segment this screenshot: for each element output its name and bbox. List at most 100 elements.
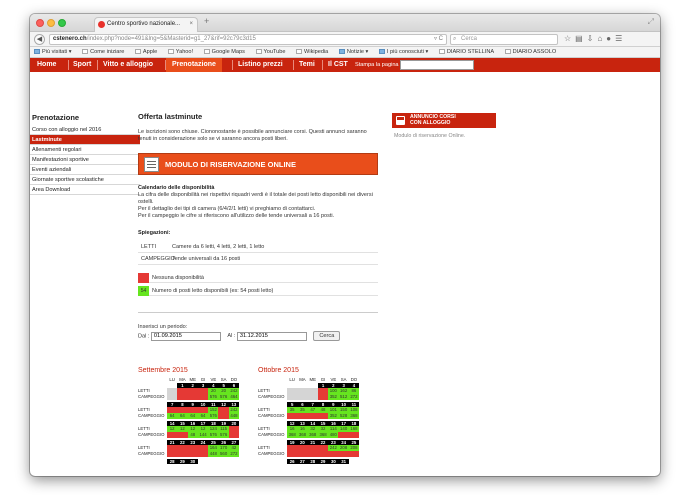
availability-cell[interactable]: [177, 394, 188, 400]
al-input[interactable]: [236, 331, 307, 341]
nav-temi[interactable]: Temi: [299, 58, 315, 72]
cerca-button[interactable]: Cerca: [313, 331, 341, 341]
reload-icon[interactable]: ▿ C: [434, 35, 443, 44]
home-icon[interactable]: ⌂: [597, 34, 606, 43]
new-tab-button[interactable]: +: [204, 16, 209, 26]
sidebar-item-corso-alloggio[interactable]: Corso con alloggio nel 2016: [30, 125, 140, 135]
url-bar[interactable]: cstenero.ch/index.php?node=491&lng=5&Mas…: [49, 34, 447, 45]
sidebar-item-giornate-scolastiche[interactable]: Giornate sportive scolastiche: [30, 175, 140, 185]
availability-cell[interactable]: [287, 451, 298, 457]
downloads-icon[interactable]: ⇩: [587, 34, 598, 43]
minimize-window-button[interactable]: [47, 19, 55, 27]
availability-cell[interactable]: 512: [338, 394, 349, 400]
availability-cell[interactable]: [297, 413, 308, 419]
availability-cell[interactable]: 368: [287, 432, 298, 438]
availability-cell[interactable]: [348, 432, 360, 438]
chat-icon[interactable]: ●: [606, 34, 615, 43]
availability-cell[interactable]: [287, 413, 298, 419]
availability-cell[interactable]: 448: [208, 451, 219, 457]
availability-cell[interactable]: 272: [348, 394, 360, 400]
availability-cell[interactable]: [177, 451, 188, 457]
reading-list-icon[interactable]: ▤: [575, 34, 587, 43]
availability-cell[interactable]: [317, 451, 329, 457]
availability-cell[interactable]: 576: [208, 432, 219, 438]
availability-cell[interactable]: 368: [317, 432, 329, 438]
availability-cell[interactable]: [167, 432, 178, 438]
availability-cell[interactable]: 352: [328, 394, 339, 400]
availability-cell[interactable]: [218, 413, 229, 419]
availability-cell[interactable]: 448: [228, 413, 240, 419]
fullscreen-icon[interactable]: ⤢: [648, 17, 654, 27]
nav-prenotazione[interactable]: Prenotazione: [166, 58, 222, 72]
bookmark-item[interactable]: Wikipedia: [296, 47, 328, 57]
sidebar-item-lastminute[interactable]: Lastminute: [30, 135, 140, 145]
availability-cell[interactable]: 64: [197, 413, 209, 419]
modulo-riservazione-button[interactable]: MODULO DI RISERVAZIONE ONLINE: [138, 153, 378, 175]
close-window-button[interactable]: [36, 19, 44, 27]
bookmark-item[interactable]: DIARIO STELLINA: [438, 47, 494, 57]
bookmark-star-icon[interactable]: ☆: [564, 34, 575, 43]
bookmark-item[interactable]: DIARIO ASSOLO: [504, 47, 556, 57]
availability-cell[interactable]: 64: [187, 413, 198, 419]
bookmark-item[interactable]: YouTube: [255, 47, 285, 57]
annuncio-header[interactable]: ANNUNCIO CORSI CON ALLOGGIO: [392, 113, 496, 128]
availability-cell[interactable]: [317, 394, 329, 400]
back-button[interactable]: ◀: [34, 34, 45, 45]
availability-cell[interactable]: 480: [328, 432, 339, 438]
zoom-window-button[interactable]: [58, 19, 66, 27]
browser-tab[interactable]: Centro sportivo nazionale... ×: [94, 17, 198, 32]
availability-cell[interactable]: 64: [167, 413, 178, 419]
annuncio-text[interactable]: Modulo di riservazione Online.: [392, 128, 496, 140]
bookmark-item[interactable]: I più conosciuti ▾: [378, 47, 428, 57]
sidebar-item-eventi[interactable]: Eventi aziendali: [30, 165, 140, 175]
bookmark-item[interactable]: Yahoo!: [167, 47, 193, 57]
availability-cell[interactable]: [187, 451, 198, 457]
sidebar-item-area-download[interactable]: Area Download: [30, 185, 140, 195]
sidebar-item-manifestazioni[interactable]: Manifestazioni sportive: [30, 155, 140, 165]
bookmark-item[interactable]: Come iniziare: [82, 47, 124, 57]
availability-cell[interactable]: 576: [208, 394, 219, 400]
availability-cell[interactable]: [317, 413, 329, 419]
bookmark-item[interactable]: Google Maps: [203, 47, 245, 57]
availability-cell[interactable]: 576: [208, 413, 219, 419]
availability-cell[interactable]: [167, 451, 178, 457]
tab-close-icon[interactable]: ×: [189, 18, 193, 31]
bookmark-item[interactable]: Apple: [134, 47, 157, 57]
availability-cell[interactable]: [348, 451, 360, 457]
availability-cell[interactable]: 368: [348, 413, 360, 419]
availability-cell[interactable]: [338, 432, 349, 438]
sidebar-item-allenamenti[interactable]: Allenamenti regolari: [30, 145, 140, 155]
availability-cell[interactable]: [307, 451, 318, 457]
availability-cell[interactable]: [307, 413, 318, 419]
availability-cell[interactable]: 48: [187, 432, 198, 438]
availability-cell[interactable]: [177, 432, 188, 438]
nav-il-cst[interactable]: Il CST: [328, 58, 348, 72]
nav-listino-prezzi[interactable]: Listino prezzi: [238, 58, 283, 72]
availability-cell[interactable]: 528: [338, 413, 349, 419]
availability-cell[interactable]: 64: [177, 413, 188, 419]
nav-vitto-alloggio[interactable]: Vitto e alloggio: [103, 58, 153, 72]
print-page-input[interactable]: [400, 60, 474, 70]
nav-sport[interactable]: Sport: [73, 58, 91, 72]
availability-cell[interactable]: 272: [228, 451, 240, 457]
bookmark-item[interactable]: Più visitati ▾: [34, 47, 72, 57]
browser-search-input[interactable]: ⌕ Cerca: [450, 34, 558, 45]
availability-cell[interactable]: 560: [218, 451, 229, 457]
availability-cell[interactable]: 576: [218, 394, 229, 400]
availability-cell[interactable]: [297, 451, 308, 457]
availability-cell[interactable]: [187, 394, 198, 400]
availability-cell[interactable]: [328, 451, 339, 457]
availability-cell[interactable]: 144: [197, 432, 209, 438]
availability-cell[interactable]: [197, 451, 209, 457]
availability-cell[interactable]: 464: [228, 394, 240, 400]
availability-cell[interactable]: 576: [218, 432, 229, 438]
availability-cell[interactable]: [228, 432, 240, 438]
availability-cell[interactable]: [197, 394, 209, 400]
nav-home[interactable]: Home: [37, 58, 56, 72]
menu-icon[interactable]: ☰: [615, 34, 626, 43]
dal-input[interactable]: [150, 331, 221, 341]
availability-cell[interactable]: 368: [307, 432, 318, 438]
bookmark-item[interactable]: Notizie ▾: [338, 47, 368, 57]
availability-cell[interactable]: [338, 451, 349, 457]
availability-cell[interactable]: 368: [297, 432, 308, 438]
